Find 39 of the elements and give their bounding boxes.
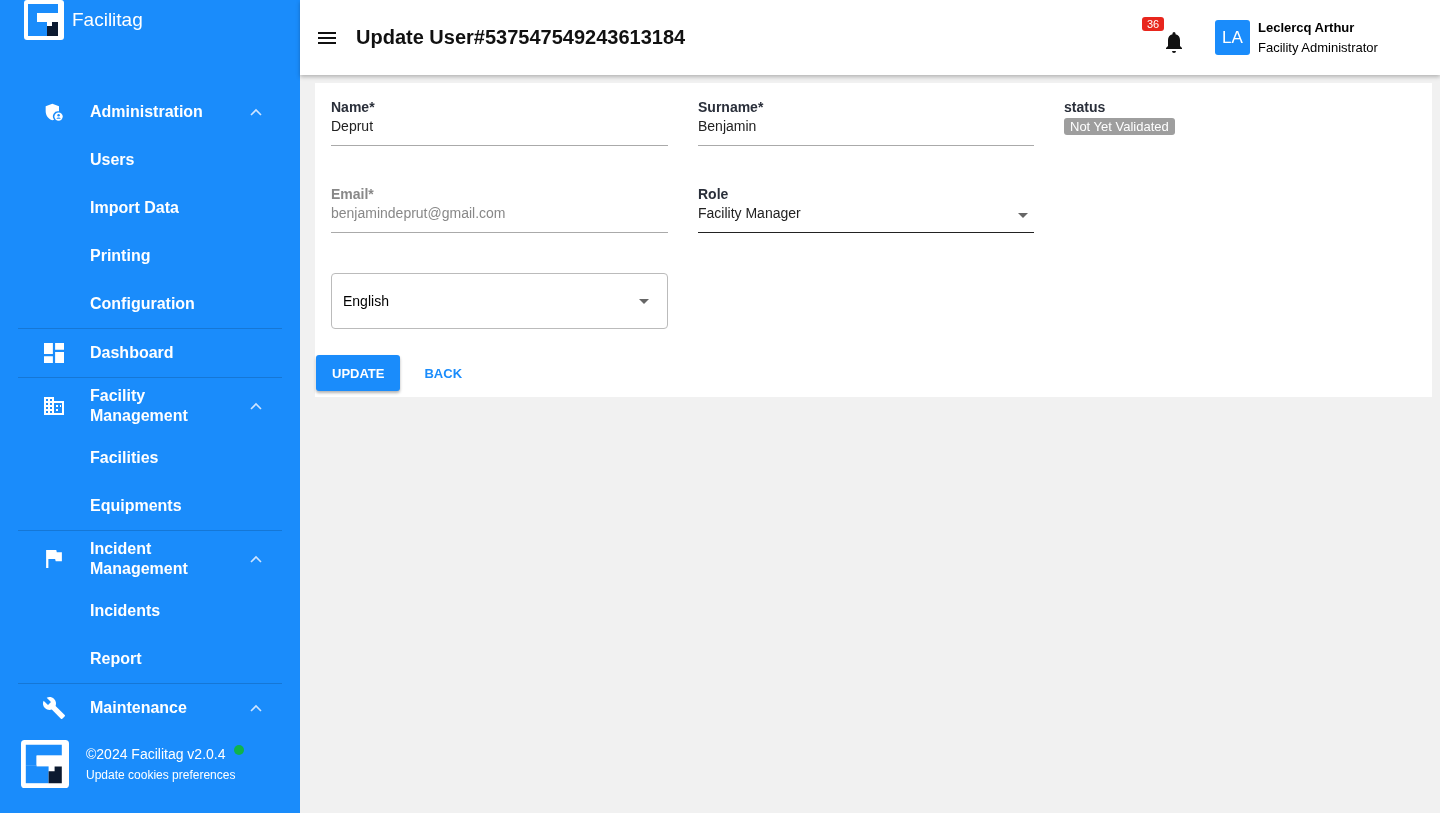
nav-item[interactable]: Import Data (18, 184, 282, 232)
copyright-text: ©2024 Facilitag v2.0.4 (86, 746, 226, 762)
flag-icon (46, 550, 62, 568)
role-select[interactable]: Role Facility Manager (698, 186, 1034, 233)
nav-item[interactable]: Report (18, 635, 282, 683)
nav-group-item[interactable]: Maintenance (18, 684, 282, 732)
notification-bell-icon[interactable] (1163, 29, 1185, 54)
cookies-link[interactable]: Update cookies preferences (86, 768, 244, 782)
text-field[interactable]: Surname* Benjamin (698, 99, 1034, 146)
nav-group-item[interactable]: Administration (18, 88, 282, 136)
back-button[interactable]: BACK (408, 355, 479, 391)
wrench-icon (42, 696, 66, 720)
building-icon (44, 397, 64, 415)
nav-item[interactable]: Facilities (18, 434, 282, 482)
dashboard-icon (44, 343, 64, 363)
nav-item[interactable]: Printing (18, 232, 282, 280)
status-badge: Not Yet Validated (1064, 118, 1175, 135)
nav-group-item[interactable]: Facility Management (18, 378, 282, 434)
nav-item[interactable]: Configuration (18, 280, 282, 328)
nav-item[interactable]: Incidents (18, 587, 282, 635)
page-title: Update User#537547549243613184 (356, 26, 686, 49)
user-name: Leclercq Arthur (1258, 20, 1356, 35)
dropdown-caret-icon (1018, 213, 1028, 218)
nav-group-item[interactable]: Incident Management (18, 531, 282, 587)
brand-name: Facilitag (72, 9, 143, 31)
notification-count: 36 (1142, 17, 1165, 31)
nav-group-item[interactable]: Dashboard (18, 329, 282, 377)
status-label: status (1064, 99, 1106, 115)
update-button[interactable]: UPDATE (316, 355, 401, 391)
footer-logo-icon (21, 740, 69, 788)
nav-item[interactable]: Equipments (18, 482, 282, 530)
text-field[interactable]: Name* Deprut (331, 99, 668, 146)
dropdown-caret-icon (639, 298, 649, 304)
nav-item[interactable]: Users (18, 136, 282, 184)
user-avatar[interactable]: LA (1215, 20, 1250, 55)
language-select[interactable]: English (331, 273, 668, 329)
shield-user-icon (44, 102, 64, 122)
user-role: Facility Administrator (1258, 40, 1379, 55)
menu-icon[interactable] (318, 31, 336, 44)
